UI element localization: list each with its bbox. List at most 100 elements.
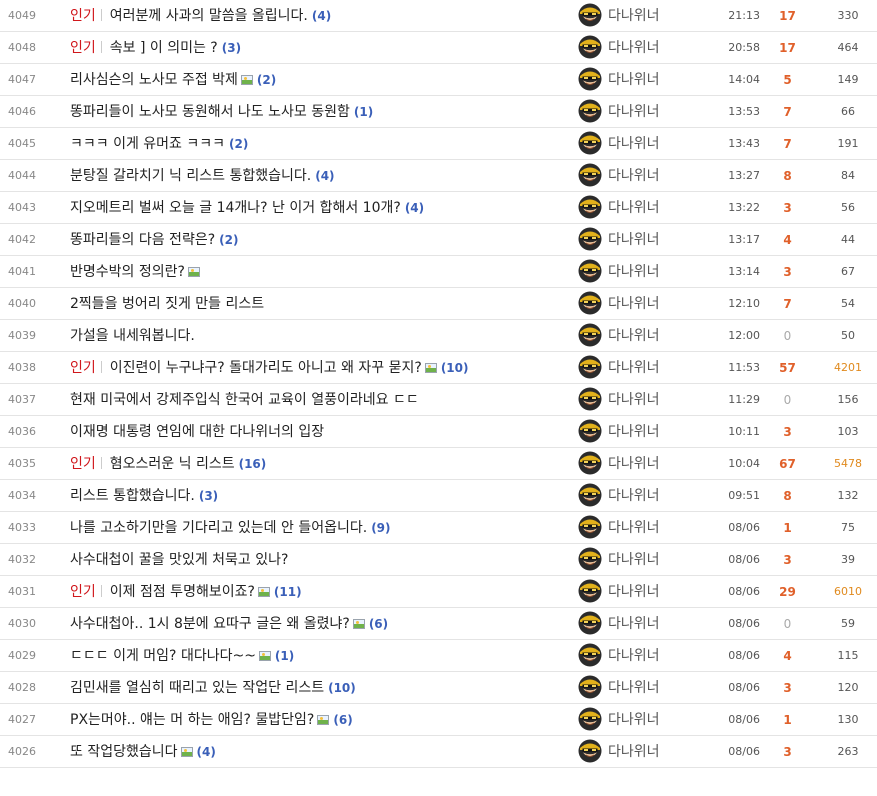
post-writer[interactable]: 다나위너 <box>578 416 718 448</box>
post-subject-link[interactable]: 똥파리들의 다음 전략은? <box>70 232 215 248</box>
writer-avatar-icon <box>578 483 602 507</box>
post-title-cell: 리사심슨의 노사모 주접 박제 (2) <box>70 64 570 96</box>
writer-avatar-icon <box>578 451 602 475</box>
recommend-count: 0 <box>783 329 792 343</box>
post-subject-link[interactable]: 리스트 통합했습니다. <box>70 488 195 504</box>
post-subject-link[interactable]: 혐오스러운 닉 리스트 <box>110 456 235 472</box>
post-writer[interactable]: 다나위너 <box>578 736 718 768</box>
post-subject-link[interactable]: ㅋㅋㅋ 이게 유머죠 ㅋㅋㅋ <box>70 136 225 152</box>
post-number: 4043 <box>8 201 36 214</box>
writer-avatar-icon <box>578 99 602 123</box>
view-count: 130 <box>837 713 859 726</box>
post-writer[interactable]: 다나위너 <box>578 480 718 512</box>
post-writer[interactable]: 다나위너 <box>578 640 718 672</box>
post-date: 08/06 <box>728 585 760 598</box>
post-writer[interactable]: 다나위너 <box>578 128 718 160</box>
post-writer[interactable]: 다나위너 <box>578 64 718 96</box>
post-number: 4039 <box>8 329 36 342</box>
recommend-count: 7 <box>783 137 792 151</box>
hot-divider <box>100 585 102 597</box>
post-subject-link[interactable]: 분탕질 갈라치기 닉 리스트 통합했습니다. <box>70 168 311 184</box>
post-writer[interactable]: 다나위너 <box>578 96 718 128</box>
post-writer[interactable]: 다나위너 <box>578 320 718 352</box>
post-number: 4028 <box>8 681 36 694</box>
post-subject-link[interactable]: 2찍들을 벙어리 짓게 만들 리스트 <box>70 296 264 312</box>
writer-name: 다나위너 <box>608 680 660 696</box>
post-writer[interactable]: 다나위너 <box>578 352 718 384</box>
writer-avatar-icon <box>578 227 602 251</box>
comment-count-link[interactable]: (1) <box>275 649 294 663</box>
post-subject-link[interactable]: 여러분께 사과의 말씀을 올립니다. <box>110 8 308 24</box>
post-title-cell: 똥파리들이 노사모 동원해서 나도 노사모 동원함 (1) <box>70 96 570 128</box>
comment-count-link[interactable]: (1) <box>354 105 373 119</box>
post-subject-link[interactable]: 가설을 내세워봅니다. <box>70 328 195 344</box>
recommend-count: 57 <box>779 361 796 375</box>
post-row: 4045 ㅋㅋㅋ 이게 유머죠 ㅋㅋㅋ (2) 다나위너 13:43 7 191 <box>0 128 877 160</box>
recommend-count: 3 <box>783 681 792 695</box>
post-date: 08/06 <box>728 681 760 694</box>
post-subject-link[interactable]: 지오메트리 벌써 오늘 글 14개나? 난 이거 합해서 10개? <box>70 200 401 216</box>
post-title-cell: 나를 고소하기만을 기다리고 있는데 안 들어옵니다. (9) <box>70 512 570 544</box>
post-title-cell: 사수대첩이 꿀을 맛있게 처묵고 있나? <box>70 544 570 576</box>
post-writer[interactable]: 다나위너 <box>578 576 718 608</box>
post-subject-link[interactable]: ㄷㄷㄷ 이게 머임? 대다나다~~ <box>70 648 256 664</box>
post-subject-link[interactable]: 반명수박의 정의란? <box>70 264 185 280</box>
post-writer[interactable]: 다나위너 <box>578 512 718 544</box>
comment-count-link[interactable]: (10) <box>328 681 356 695</box>
post-subject-link[interactable]: 속보 ] 이 의미는 ? <box>110 40 218 56</box>
post-subject-link[interactable]: 이제 점점 투명해보이죠? <box>110 584 255 600</box>
post-writer[interactable]: 다나위너 <box>578 256 718 288</box>
post-writer[interactable]: 다나위너 <box>578 0 718 32</box>
comment-count-link[interactable]: (2) <box>257 73 276 87</box>
post-subject-link[interactable]: PX는머야.. 얘는 머 하는 애임? 물밥단임? <box>70 712 314 728</box>
post-writer[interactable]: 다나위너 <box>578 160 718 192</box>
post-writer[interactable]: 다나위너 <box>578 704 718 736</box>
writer-avatar-icon <box>578 515 602 539</box>
post-subject-link[interactable]: 사수대첩아.. 1시 8분에 요따구 글은 왜 올렸냐? <box>70 616 350 632</box>
post-subject-link[interactable]: 똥파리들이 노사모 동원해서 나도 노사모 동원함 <box>70 104 350 120</box>
post-row: 4029 ㄷㄷㄷ 이게 머임? 대다나다~~ (1) 다나위너 08/06 4 1… <box>0 640 877 672</box>
comment-count-link[interactable]: (4) <box>315 169 334 183</box>
post-writer[interactable]: 다나위너 <box>578 448 718 480</box>
comment-count-link[interactable]: (6) <box>369 617 388 631</box>
comment-count-link[interactable]: (4) <box>405 201 424 215</box>
post-subject-link[interactable]: 현재 미국에서 강제주입식 한국어 교육이 열풍이라네요 ㄷㄷ <box>70 392 419 408</box>
post-subject-link[interactable]: 또 작업당했습니다 <box>70 744 178 760</box>
comment-count-link[interactable]: (6) <box>333 713 352 727</box>
post-writer[interactable]: 다나위너 <box>578 224 718 256</box>
post-writer[interactable]: 다나위너 <box>578 672 718 704</box>
writer-name: 다나위너 <box>608 648 660 664</box>
post-writer[interactable]: 다나위너 <box>578 544 718 576</box>
recommend-count: 3 <box>783 201 792 215</box>
comment-count-link[interactable]: (4) <box>197 745 216 759</box>
writer-name: 다나위너 <box>608 712 660 728</box>
post-title-cell: 똥파리들의 다음 전략은? (2) <box>70 224 570 256</box>
view-count: 120 <box>837 681 859 694</box>
post-subject-link[interactable]: 리사심슨의 노사모 주접 박제 <box>70 72 238 88</box>
writer-avatar-icon <box>578 355 602 379</box>
post-subject-link[interactable]: 나를 고소하기만을 기다리고 있는데 안 들어옵니다. <box>70 520 367 536</box>
post-writer[interactable]: 다나위너 <box>578 32 718 64</box>
comment-count-link[interactable]: (10) <box>441 361 469 375</box>
post-subject-link[interactable]: 사수대첩이 꿀을 맛있게 처묵고 있나? <box>70 552 288 568</box>
comment-count-link[interactable]: (2) <box>219 233 238 247</box>
comment-count-link[interactable]: (3) <box>222 41 241 55</box>
post-writer[interactable]: 다나위너 <box>578 192 718 224</box>
writer-name: 다나위너 <box>608 520 660 536</box>
post-writer[interactable]: 다나위너 <box>578 288 718 320</box>
post-writer[interactable]: 다나위너 <box>578 608 718 640</box>
post-number: 4038 <box>8 361 36 374</box>
post-writer[interactable]: 다나위너 <box>578 384 718 416</box>
recommend-count: 67 <box>779 457 796 471</box>
comment-count-link[interactable]: (4) <box>312 9 331 23</box>
writer-avatar-icon <box>578 419 602 443</box>
comment-count-link[interactable]: (16) <box>239 457 267 471</box>
comment-count-link[interactable]: (3) <box>199 489 218 503</box>
writer-avatar-icon <box>578 3 602 27</box>
post-subject-link[interactable]: 이진련이 누구냐구? 돌대가리도 아니고 왜 자꾸 묻지? <box>110 360 422 376</box>
post-subject-link[interactable]: 이재명 대통령 연임에 대한 다나위너의 입장 <box>70 424 324 440</box>
comment-count-link[interactable]: (9) <box>371 521 390 535</box>
comment-count-link[interactable]: (2) <box>229 137 248 151</box>
comment-count-link[interactable]: (11) <box>274 585 302 599</box>
post-subject-link[interactable]: 김민새를 열심히 때리고 있는 작업단 리스트 <box>70 680 324 696</box>
